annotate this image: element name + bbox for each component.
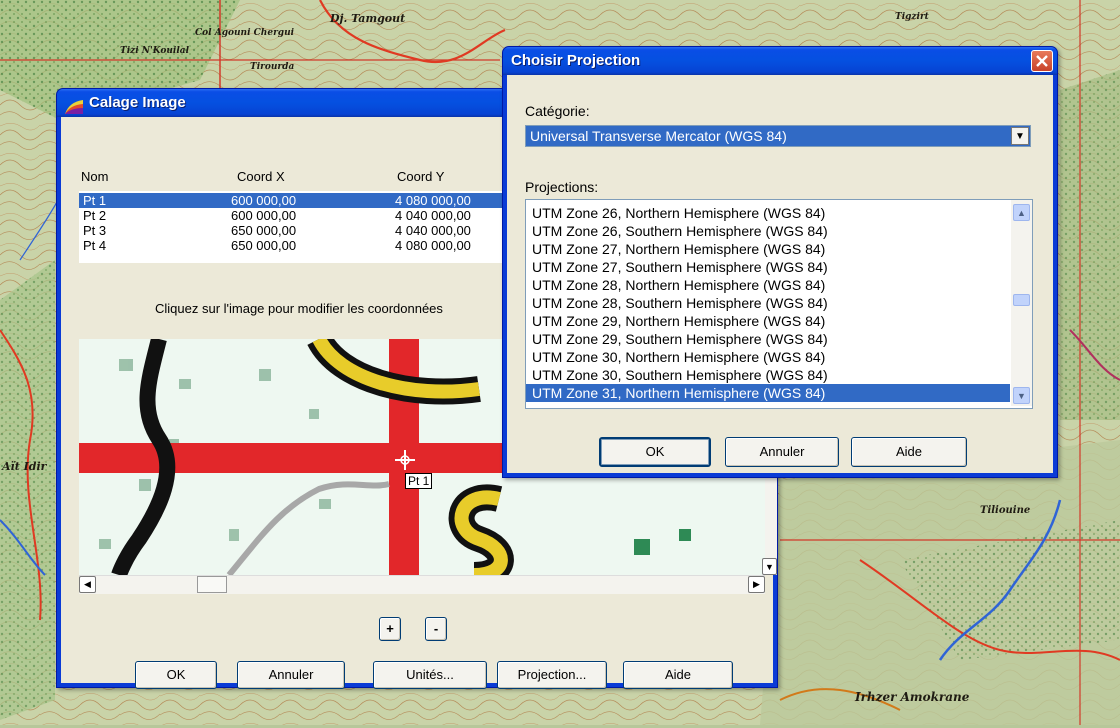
hscroll-thumb[interactable] [197,576,227,593]
point-coord-y: 4 040 000,00 [395,208,471,223]
point-name: Pt 4 [83,238,107,253]
viewport-hscrollbar[interactable]: ◀ ▶ [79,575,765,594]
projection-body: Catégorie: Universal Transverse Mercator… [507,75,1053,473]
projection-title: Choisir Projection [511,52,641,69]
instruction-text: Cliquez sur l'image pour modifier les co… [155,301,443,316]
point-name: Pt 3 [83,223,107,238]
list-item[interactable]: UTM Zone 30, Northern Hemisphere (WGS 84… [526,348,1032,366]
projections-label: Projections: [525,179,599,195]
list-item[interactable]: UTM Zone 27, Southern Hemisphere (WGS 84… [526,258,1032,276]
list-item-selected[interactable]: UTM Zone 31, Northern Hemisphere (WGS 84… [526,384,1010,402]
choisir-projection-window[interactable]: Choisir Projection Catégorie: Universal … [502,46,1058,478]
categorie-select[interactable]: Universal Transverse Mercator (WGS 84) ▼ [525,125,1031,147]
list-item[interactable]: UTM Zone 27, Northern Hemisphere (WGS 84… [526,240,1032,258]
categorie-label: Catégorie: [525,103,590,119]
zoom-out-button[interactable]: - [425,617,447,641]
categorie-value: Universal Transverse Mercator (WGS 84) [530,128,787,144]
map-label: Col Agouni Chergui [195,28,295,38]
list-item[interactable]: UTM Zone 26, Northern Hemisphere (WGS 84… [526,204,1032,222]
scroll-right-icon[interactable]: ▶ [748,576,765,593]
scroll-left-icon[interactable]: ◀ [79,576,96,593]
table-row[interactable]: Pt 4 650 000,00 4 080 000,00 [79,238,509,253]
ok-button[interactable]: OK [599,437,711,467]
point-name: Pt 1 [83,193,107,208]
annuler-button[interactable]: Annuler [237,661,345,689]
aide-button[interactable]: Aide [623,661,733,689]
map-label: Tiliouine [980,505,1031,516]
point-coord-y: 4 080 000,00 [395,193,471,208]
annuler-button[interactable]: Annuler [725,437,839,467]
list-item[interactable]: UTM Zone 29, Southern Hemisphere (WGS 84… [526,330,1032,348]
ok-button[interactable]: OK [135,661,217,689]
projections-scrollbar[interactable]: ▲ ▼ [1011,200,1032,406]
app-logo-icon [65,96,83,114]
marker-label: Pt 1 [405,473,433,489]
list-item[interactable]: UTM Zone 29, Northern Hemisphere (WGS 84… [526,312,1032,330]
map-label: Tigzirt [895,12,929,22]
chevron-down-icon[interactable]: ▼ [1011,127,1029,145]
list-item[interactable]: UTM Zone 26, Southern Hemisphere (WGS 84… [526,222,1032,240]
map-label: Aït Idir [2,460,47,473]
projection-button[interactable]: Projection... [497,661,607,689]
aide-button[interactable]: Aide [851,437,967,467]
column-header-nom[interactable]: Nom [81,169,108,184]
map-label: Tizi N'Kouilal [120,46,190,56]
scroll-up-icon[interactable]: ▲ [1013,204,1030,221]
map-label: Tirourda [250,62,295,72]
point-coord-x: 600 000,00 [231,193,297,208]
close-icon[interactable] [1031,50,1053,72]
point-coord-x: 650 000,00 [231,223,297,238]
point-coord-y: 4 040 000,00 [395,223,471,238]
table-row[interactable]: Pt 2 600 000,00 4 040 000,00 [79,208,509,223]
table-row[interactable]: Pt 3 650 000,00 4 040 000,00 [79,223,509,238]
calage-title: Calage Image [89,94,186,111]
points-list[interactable]: Pt 1 600 000,00 4 080 000,00 Pt 2 600 00… [79,191,509,263]
projections-list[interactable]: UTM Zone 26, Northern Hemisphere (WGS 84… [525,199,1033,409]
list-item[interactable]: UTM Zone 30, Southern Hemisphere (WGS 84… [526,366,1032,384]
map-label: Irhzer Amokrane [855,690,970,704]
point-coord-y: 4 080 000,00 [395,238,471,253]
scroll-down-icon[interactable]: ▼ [1013,387,1030,404]
map-label: Dj. Tamgout [330,12,406,25]
list-item[interactable]: UTM Zone 28, Southern Hemisphere (WGS 84… [526,294,1032,312]
point-coord-x: 600 000,00 [231,208,297,223]
scroll-down-icon[interactable]: ▼ [762,558,777,575]
scroll-thumb[interactable] [1013,294,1030,306]
projection-titlebar[interactable]: Choisir Projection [503,47,1057,75]
unites-button[interactable]: Unités... [373,661,487,689]
point-name: Pt 2 [83,208,107,223]
point-coord-x: 650 000,00 [231,238,297,253]
column-header-coord-y[interactable]: Coord Y [397,169,444,184]
column-header-coord-x[interactable]: Coord X [237,169,285,184]
table-row[interactable]: Pt 1 600 000,00 4 080 000,00 [79,193,509,208]
list-item[interactable]: UTM Zone 28, Northern Hemisphere (WGS 84… [526,276,1032,294]
zoom-in-button[interactable]: + [379,617,401,641]
